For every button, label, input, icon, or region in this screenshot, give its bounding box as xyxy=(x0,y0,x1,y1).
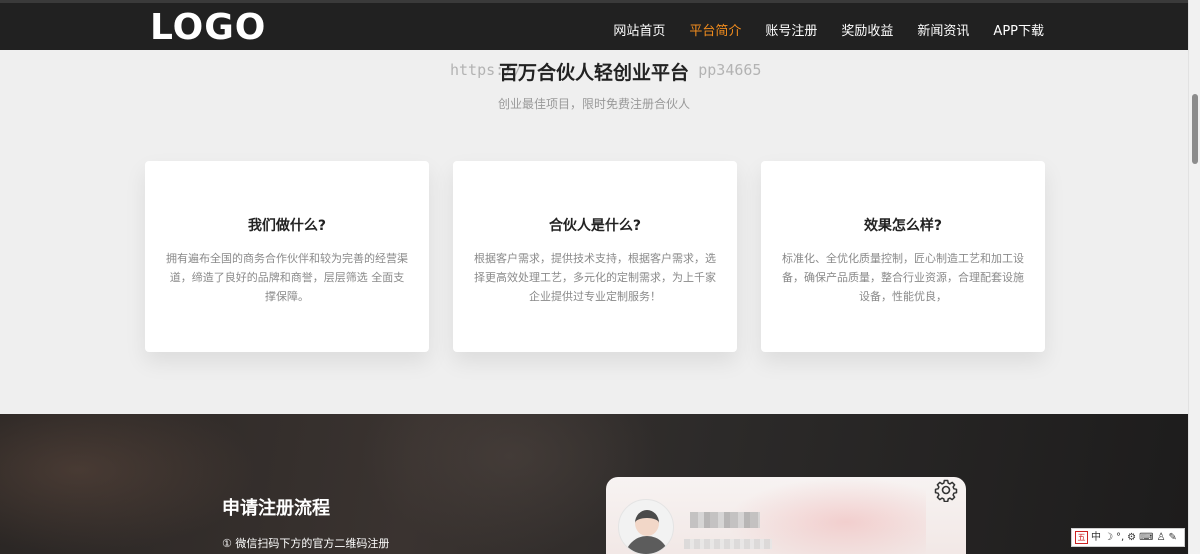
site-logo[interactable]: LOGO xyxy=(150,10,266,46)
ime-logo-icon[interactable]: 五 xyxy=(1075,531,1088,544)
avatar xyxy=(618,499,674,554)
user-icon[interactable]: ♙ xyxy=(1157,532,1166,544)
nav-news[interactable]: 新闻资讯 xyxy=(917,20,969,39)
moon-icon[interactable]: ☽ xyxy=(1104,532,1113,544)
gear-icon[interactable] xyxy=(934,478,958,502)
card-description: 标准化、全优化质量控制，匠心制造工艺和加工设备，确保产品质量，整合行业资源，合理… xyxy=(782,252,1024,303)
nav-register[interactable]: 账号注册 xyxy=(765,20,817,39)
main-nav: 网站首页 平台简介 账号注册 奖励收益 新闻资讯 APP下载 xyxy=(613,20,1044,39)
nav-platform-intro[interactable]: 平台简介 xyxy=(689,20,741,39)
top-navbar: LOGO 网站首页 平台简介 账号注册 奖励收益 新闻资讯 APP下载 xyxy=(0,0,1188,50)
avatar-body xyxy=(625,536,669,554)
section-title: 百万合伙人轻创业平台 xyxy=(498,62,689,84)
nav-home[interactable]: 网站首页 xyxy=(613,20,665,39)
section-subtitle: 创业最佳项目，限时免费注册合伙人 xyxy=(497,97,690,111)
ime-punctuation-toggle[interactable]: °, xyxy=(1116,532,1124,544)
nav-rewards[interactable]: 奖励收益 xyxy=(841,20,893,39)
card-title: 我们做什么? xyxy=(247,218,327,234)
scrollbar-thumb[interactable] xyxy=(1192,94,1198,164)
feature-cards: 我们做什么? 拥有遍布全国的商务合作伙伴和较为完善的经营渠道，缔造了良好的品牌和… xyxy=(145,161,1045,352)
process-title: 申请注册流程 xyxy=(222,498,330,519)
card-title: 合伙人是什么? xyxy=(548,218,642,234)
wrench-icon[interactable]: ✎ xyxy=(1169,532,1177,544)
blurred-username xyxy=(690,512,760,528)
avatar-head xyxy=(635,510,659,536)
settings-icon[interactable]: ⚙ xyxy=(1127,532,1136,544)
registration-process-section: 申请注册流程 ① 微信扫码下方的官方二维码注册 xyxy=(0,414,1188,554)
process-step-1: ① 微信扫码下方的官方二维码注册 xyxy=(222,537,390,550)
page-scrollbar[interactable] xyxy=(1188,0,1200,554)
feature-card-results: 效果怎么样? 标准化、全优化质量控制，匠心制造工艺和加工设备，确保产品质量，整合… xyxy=(761,161,1045,352)
feature-card-partner: 合伙人是什么? 根据客户需求，提供技术支持，根据客户需求，选择更高效处理工艺，多… xyxy=(453,161,737,352)
profile-card-preview xyxy=(606,477,966,554)
ime-toolbar: 五 中 ☽ °, ⚙ ⌨ ♙ ✎ xyxy=(1071,528,1185,547)
feature-card-what-we-do: 我们做什么? 拥有遍布全国的商务合作伙伴和较为完善的经营渠道，缔造了良好的品牌和… xyxy=(145,161,429,352)
card-title: 效果怎么样? xyxy=(863,218,943,234)
nav-app-download[interactable]: APP下载 xyxy=(993,20,1044,39)
blurred-text xyxy=(684,539,772,549)
card-description: 根据客户需求，提供技术支持，根据客户需求，选择更高效处理工艺，多元化的定制需求，… xyxy=(474,252,716,303)
background-image xyxy=(0,414,260,554)
keyboard-icon[interactable]: ⌨ xyxy=(1139,532,1153,544)
ime-mode-toggle[interactable]: 中 xyxy=(1091,532,1101,544)
card-description: 拥有遍布全国的商务合作伙伴和较为完善的经营渠道，缔造了良好的品牌和商誉，层层筛选… xyxy=(166,252,408,303)
